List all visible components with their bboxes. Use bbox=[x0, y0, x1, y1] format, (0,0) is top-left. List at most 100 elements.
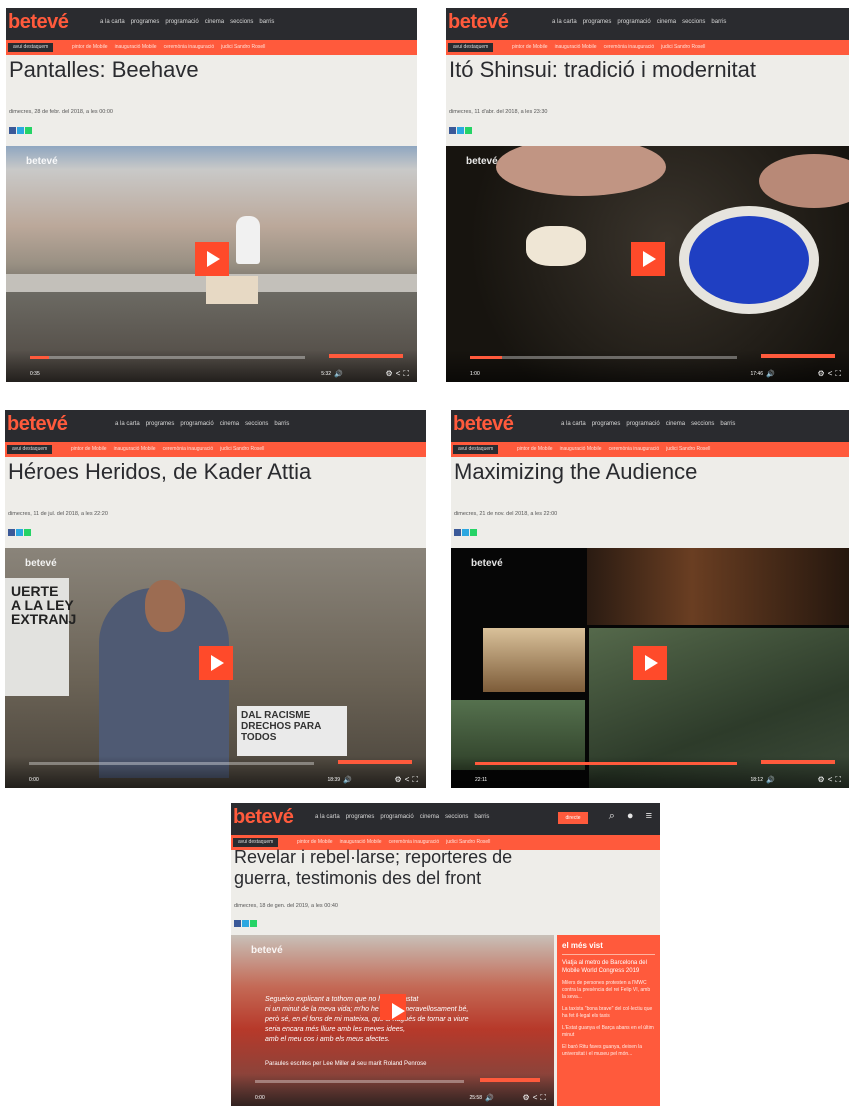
tag-link[interactable]: judici Sandro Rosell bbox=[661, 43, 705, 52]
progress-track[interactable] bbox=[29, 762, 314, 765]
play-button[interactable] bbox=[379, 993, 406, 1020]
settings-icon[interactable]: ⚙ bbox=[395, 775, 402, 785]
tag-link[interactable]: pintor de Mobile bbox=[517, 445, 553, 454]
tag-link[interactable]: judici Sandro Rosell bbox=[446, 838, 490, 847]
nav-a-la-carta[interactable]: a la carta bbox=[561, 421, 586, 427]
tag-link[interactable]: inauguració Mobile bbox=[560, 445, 602, 454]
tag-link[interactable]: ceremònia inauguració bbox=[164, 43, 215, 52]
nav-cinema[interactable]: cinema bbox=[657, 19, 676, 25]
nav-programes[interactable]: programes bbox=[146, 421, 175, 427]
sidebar-item[interactable]: Milers de persones protesten a l'MWC con… bbox=[562, 980, 655, 1001]
sidebar-item[interactable]: El baró Ritu faves guanya, deixen la uni… bbox=[562, 1044, 655, 1058]
tag-link[interactable]: inauguració Mobile bbox=[114, 445, 156, 454]
twitter-icon[interactable] bbox=[242, 920, 249, 927]
tag-link[interactable]: ceremònia inauguració bbox=[163, 445, 214, 454]
progress-track[interactable] bbox=[475, 762, 737, 765]
facebook-icon[interactable] bbox=[8, 529, 15, 536]
volume-bar[interactable] bbox=[338, 760, 412, 764]
whatsapp-icon[interactable] bbox=[24, 529, 31, 536]
tag-link[interactable]: judici Sandro Rosell bbox=[666, 445, 710, 454]
settings-icon[interactable]: ⚙ bbox=[386, 369, 393, 379]
tag-link[interactable]: pintor de Mobile bbox=[297, 838, 333, 847]
twitter-icon[interactable] bbox=[17, 127, 24, 134]
fullscreen-icon[interactable]: ⛶ bbox=[540, 1093, 546, 1103]
nav-barris[interactable]: barris bbox=[259, 19, 274, 25]
progress-track[interactable] bbox=[470, 356, 737, 359]
volume-icon[interactable]: 🔊 bbox=[334, 370, 343, 378]
play-button[interactable] bbox=[198, 646, 233, 681]
whatsapp-icon[interactable] bbox=[470, 529, 477, 536]
nav-a-la-carta[interactable]: a la carta bbox=[100, 19, 125, 25]
nav-cinema[interactable]: cinema bbox=[666, 421, 685, 427]
nav-barris[interactable]: barris bbox=[474, 814, 489, 820]
facebook-icon[interactable] bbox=[9, 127, 16, 134]
facebook-icon[interactable] bbox=[449, 127, 456, 134]
tag-link[interactable]: pintor de Mobile bbox=[72, 43, 108, 52]
whatsapp-icon[interactable] bbox=[465, 127, 472, 134]
tag-link[interactable]: pintor de Mobile bbox=[71, 445, 107, 454]
tag-link[interactable]: ceremònia inauguració bbox=[389, 838, 440, 847]
volume-bar[interactable] bbox=[761, 760, 835, 764]
tag-link[interactable]: ceremònia inauguració bbox=[609, 445, 660, 454]
nav-barris[interactable]: barris bbox=[274, 421, 289, 427]
whatsapp-icon[interactable] bbox=[25, 127, 32, 134]
volume-bar[interactable] bbox=[761, 354, 835, 358]
twitter-icon[interactable] bbox=[457, 127, 464, 134]
tag-link[interactable]: judici Sandro Rosell bbox=[220, 445, 264, 454]
play-button[interactable] bbox=[194, 242, 229, 277]
share-icon[interactable]: < bbox=[828, 775, 833, 785]
nav-programacio[interactable]: programació bbox=[617, 19, 650, 25]
nav-cinema[interactable]: cinema bbox=[420, 814, 439, 820]
nav-programacio[interactable]: programació bbox=[626, 421, 659, 427]
betev-logo[interactable]: betevé bbox=[8, 11, 69, 34]
fullscreen-icon[interactable]: ⛶ bbox=[835, 369, 841, 379]
betev-logo[interactable]: betevé bbox=[448, 11, 509, 34]
volume-icon[interactable]: 🔊 bbox=[485, 1094, 494, 1102]
settings-icon[interactable]: ⚙ bbox=[818, 369, 825, 379]
volume-icon[interactable]: 🔊 bbox=[343, 776, 352, 784]
fullscreen-icon[interactable]: ⛶ bbox=[412, 775, 418, 785]
video-player[interactable]: betevé 0:35 5:32 🔊 ⚙ < ⛶ bbox=[6, 146, 417, 382]
nav-seccions[interactable]: seccions bbox=[445, 814, 468, 820]
nav-seccions[interactable]: seccions bbox=[245, 421, 268, 427]
share-icon[interactable]: < bbox=[396, 369, 401, 379]
tag-link[interactable]: inauguració Mobile bbox=[340, 838, 382, 847]
facebook-icon[interactable] bbox=[234, 920, 241, 927]
settings-icon[interactable]: ⚙ bbox=[818, 775, 825, 785]
share-icon[interactable]: < bbox=[828, 369, 833, 379]
volume-bar[interactable] bbox=[480, 1078, 540, 1082]
twitter-icon[interactable] bbox=[16, 529, 23, 536]
nav-a-la-carta[interactable]: a la carta bbox=[315, 814, 340, 820]
facebook-icon[interactable] bbox=[454, 529, 461, 536]
video-player[interactable]: betevé 22:11 18:12 🔊 ⚙ < ⛶ bbox=[451, 548, 849, 788]
tag-link[interactable]: inauguració Mobile bbox=[115, 43, 157, 52]
video-player[interactable]: UERTE A LA LEY EXTRANJ DAL RACISME DRECH… bbox=[5, 548, 426, 788]
share-icon[interactable]: < bbox=[405, 775, 410, 785]
nav-programacio[interactable]: programació bbox=[165, 19, 198, 25]
nav-seccions[interactable]: seccions bbox=[682, 19, 705, 25]
tag-link[interactable]: ceremònia inauguració bbox=[604, 43, 655, 52]
share-icon[interactable]: < bbox=[533, 1093, 538, 1103]
play-button[interactable] bbox=[633, 646, 667, 681]
fullscreen-icon[interactable]: ⛶ bbox=[403, 369, 409, 379]
nav-seccions[interactable]: seccions bbox=[691, 421, 714, 427]
progress-track[interactable] bbox=[255, 1080, 464, 1083]
whatsapp-icon[interactable] bbox=[250, 920, 257, 927]
nav-programes[interactable]: programes bbox=[131, 19, 160, 25]
sidebar-item[interactable]: Viatja al metro de Barcelona del Mobile … bbox=[562, 959, 655, 975]
nav-a-la-carta[interactable]: a la carta bbox=[115, 421, 140, 427]
settings-icon[interactable]: ⚙ bbox=[523, 1093, 530, 1103]
volume-icon[interactable]: 🔊 bbox=[766, 776, 775, 784]
betev-logo[interactable]: betevé bbox=[7, 413, 68, 436]
live-button[interactable]: directe bbox=[558, 812, 588, 824]
sidebar-item[interactable]: La taxista "bona brave" del col·lectiu q… bbox=[562, 1006, 655, 1020]
nav-seccions[interactable]: seccions bbox=[230, 19, 253, 25]
user-icon[interactable]: ● bbox=[627, 810, 634, 823]
sidebar-item[interactable]: L'Estat guanya el Barça abans en el últi… bbox=[562, 1025, 655, 1039]
video-player[interactable]: betevé 1:00 17:46 🔊 ⚙ < ⛶ bbox=[446, 146, 849, 382]
menu-icon[interactable]: ≡ bbox=[646, 810, 652, 823]
nav-cinema[interactable]: cinema bbox=[220, 421, 239, 427]
nav-programes[interactable]: programes bbox=[346, 814, 375, 820]
tag-link[interactable]: inauguració Mobile bbox=[555, 43, 597, 52]
nav-programacio[interactable]: programació bbox=[180, 421, 213, 427]
